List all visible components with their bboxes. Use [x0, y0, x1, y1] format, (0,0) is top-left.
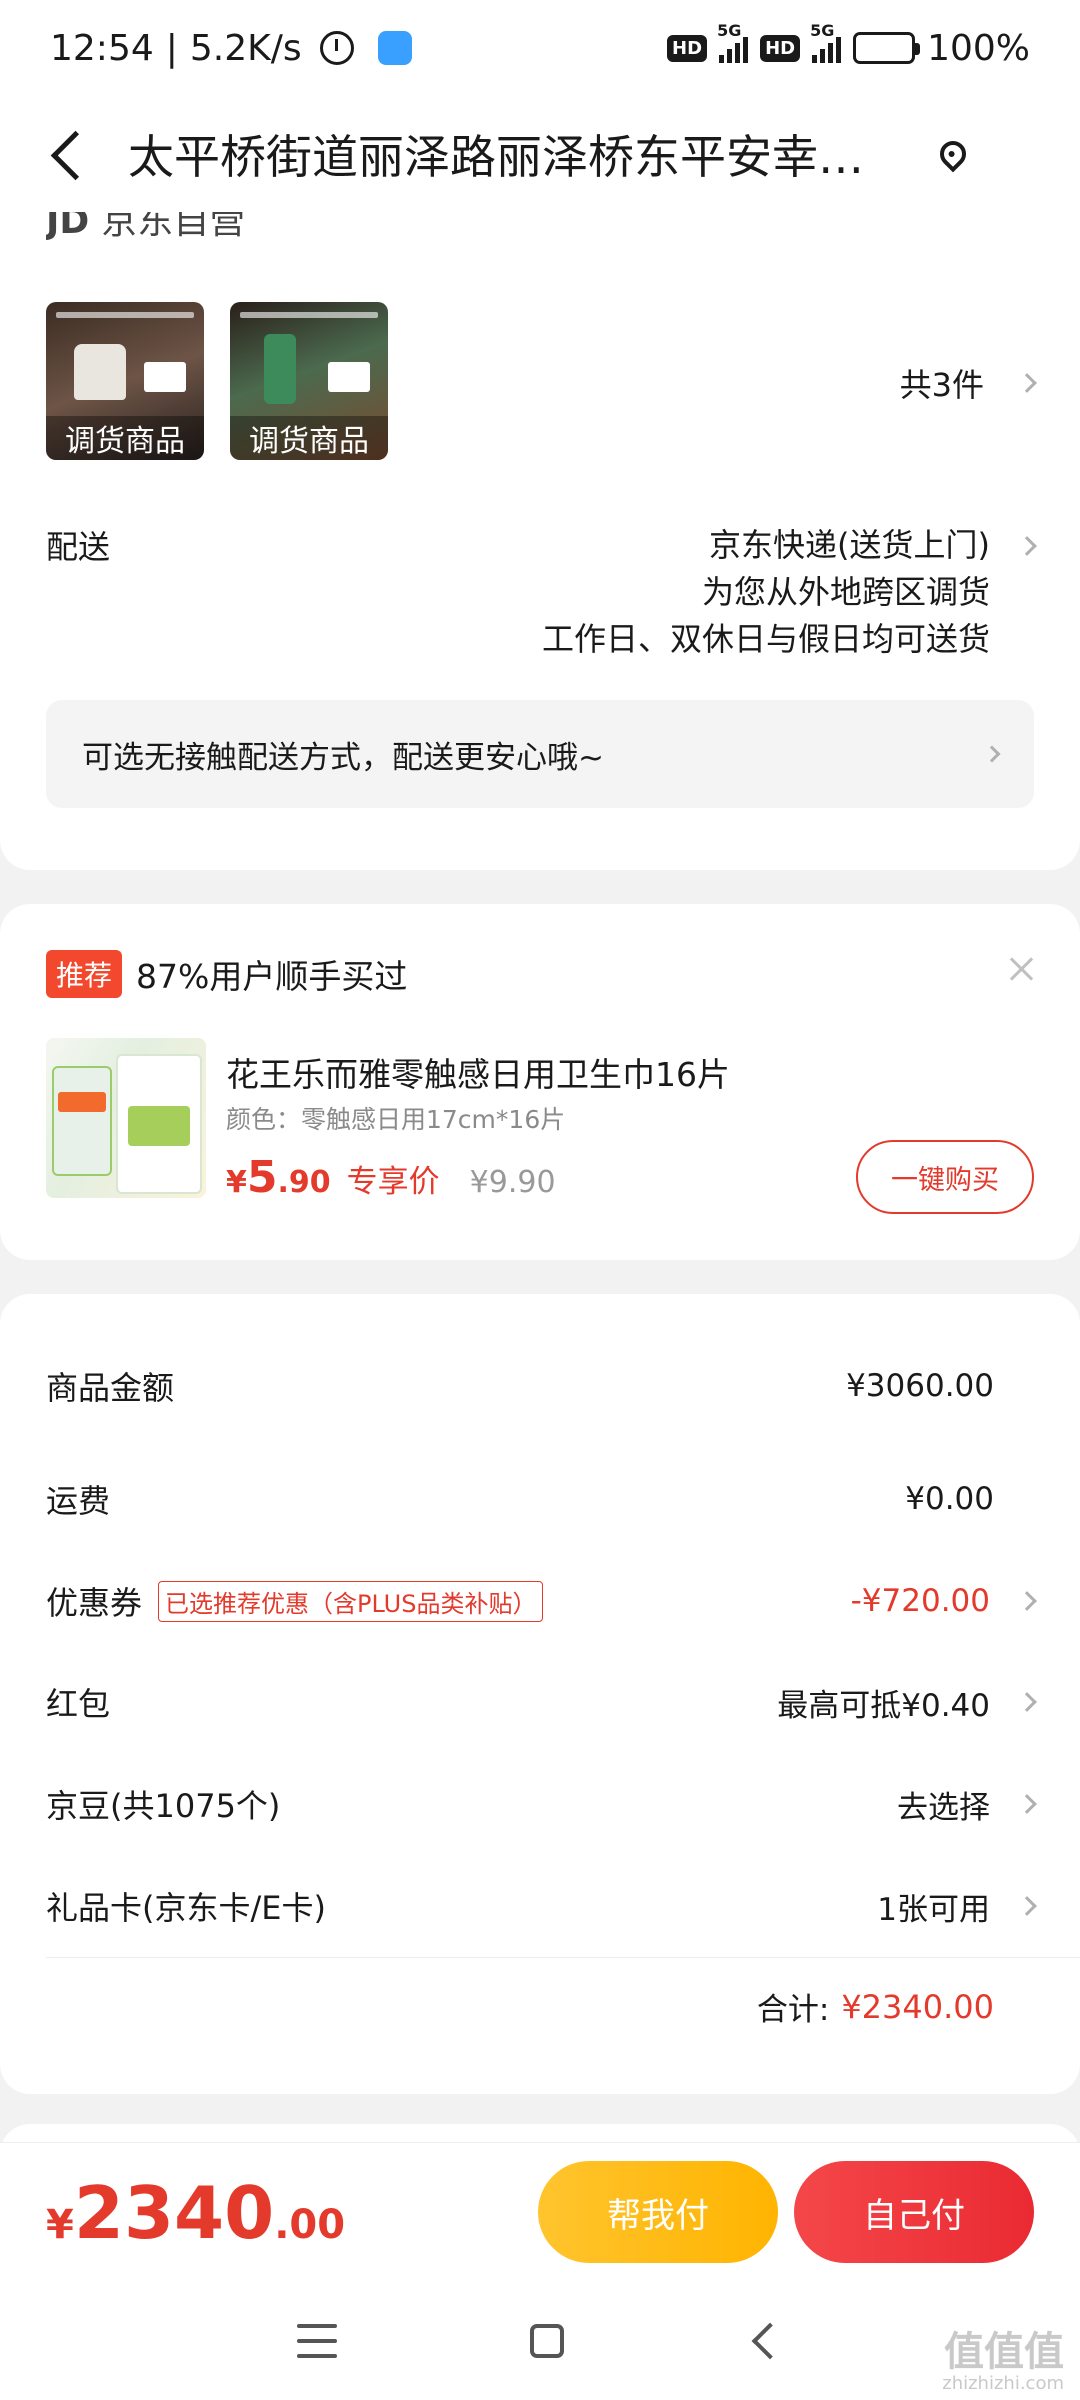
row-value: ¥0.00: [905, 1481, 994, 1517]
pay-decimal: .00: [274, 2201, 346, 2248]
battery-percent: 100%: [927, 27, 1030, 69]
status-separator: |: [165, 27, 178, 69]
chevron-right-icon: [1017, 1794, 1037, 1814]
price-summary-card: 商品金额 ¥3060.00 运费 ¥0.00 优惠券 已选推荐优惠（含PLUS品类…: [0, 1294, 1080, 2094]
recommend-header: 推荐 87%用户顺手买过: [46, 950, 407, 998]
row-value: 最高可抵¥0.40: [777, 1687, 990, 1724]
recommend-badge: 推荐: [46, 950, 123, 998]
delivery-method: 京东快递(送货上门): [709, 526, 990, 564]
delivery-note: 为您从外地跨区调货: [701, 573, 990, 611]
row-value: ¥3060.00: [846, 1368, 994, 1404]
row-label: 京豆(共1075个): [46, 1787, 281, 1825]
row-value: 去选择: [897, 1789, 990, 1826]
pay-integer: 2340: [73, 2170, 275, 2255]
chevron-right-icon: [1017, 373, 1037, 393]
row-label: 红包: [46, 1685, 111, 1723]
recommend-card: 推荐 87%用户顺手买过 花王乐而雅零触感日用卫生巾16片 颜色：零触感日用17…: [0, 904, 1080, 1260]
product-thumbnail[interactable]: 调货商品: [46, 302, 204, 460]
row-label: 运费: [46, 1482, 111, 1520]
delivery-info: 京东快递(送货上门) 为您从外地跨区调货 工作日、双休日与假日均可送货: [541, 522, 1037, 663]
delivery-label: 配送: [46, 528, 111, 566]
shop-name: JD 京东自营: [46, 212, 245, 242]
price-currency: ¥: [226, 1165, 247, 1200]
chevron-right-icon: [1017, 1591, 1037, 1611]
summary-row-goods-amount: 商品金额 ¥3060.00: [46, 1356, 1034, 1416]
product-thumbnail[interactable]: 调货商品: [230, 302, 388, 460]
network-type: 5G: [810, 21, 835, 40]
pay-total: ¥ 2340 .00: [46, 2171, 345, 2255]
recommend-price: ¥ 5 .90 专享价 ¥9.90: [226, 1152, 556, 1203]
signal-icon: 5G: [810, 21, 842, 63]
summary-row-jd-beans[interactable]: 京豆(共1075个) 去选择: [46, 1774, 1037, 1834]
watermark: 值值值 zhizhizhi.com: [942, 2330, 1064, 2394]
hd-icon: HD: [667, 34, 708, 62]
row-label: 优惠券: [46, 1584, 143, 1622]
network-type: 5G: [717, 21, 742, 40]
total-value: ¥2340.00: [841, 1987, 994, 2026]
hd-icon: HD: [760, 34, 801, 62]
coupon-tag: 已选推荐优惠（含PLUS品类补贴）: [158, 1580, 544, 1622]
net-speed: 5.2K/s: [189, 27, 302, 69]
status-left: 12:54 | 5.2K/s: [50, 28, 412, 69]
address-title[interactable]: 太平桥街道丽泽路丽泽桥东平安幸…: [128, 121, 918, 187]
price-decimal: .90: [277, 1165, 331, 1200]
home-icon[interactable]: [529, 2324, 564, 2358]
price-integer: 5: [246, 1152, 278, 1203]
delivery-note: 工作日、双休日与假日均可送货: [541, 620, 990, 658]
one-click-buy-button[interactable]: 一键购买: [856, 1140, 1034, 1214]
order-card: JD 京东自营 调货商品 调货商品 共3件 配送 京东快递(送货上门) 为您从外地…: [0, 212, 1080, 870]
row-value: -¥720.00: [850, 1583, 990, 1619]
status-right: HD 5G HD 5G 100%: [667, 21, 1030, 69]
original-price: ¥9.90: [469, 1165, 556, 1200]
watermark-text: 值值值: [944, 2329, 1064, 2375]
recommend-product-spec: 颜色：零触感日用17cm*16片: [226, 1105, 566, 1134]
chevron-right-icon: [1017, 1692, 1037, 1712]
app-notification-icon: [377, 31, 412, 65]
contactless-text: 可选无接触配送方式，配送更安心哦~: [82, 739, 604, 776]
divider: [46, 1957, 1080, 1958]
recommend-product-image[interactable]: [46, 1038, 206, 1198]
item-count-text: 共3件: [899, 366, 984, 404]
row-label: 商品金额: [46, 1369, 175, 1407]
system-nav-bar: 值值值 zhizhizhi.com: [0, 2282, 1080, 2400]
total-row: 合计: ¥2340.00: [757, 1984, 994, 2029]
close-icon[interactable]: [1008, 956, 1034, 982]
back-nav-icon[interactable]: [751, 2322, 789, 2360]
summary-row-shipping: 运费 ¥0.00: [46, 1469, 1034, 1529]
help-me-pay-button[interactable]: 帮我付: [538, 2161, 778, 2263]
chevron-right-icon: [983, 745, 1001, 763]
pay-currency: ¥: [46, 2201, 74, 2248]
exclusive-price-label: 专享价: [346, 1164, 440, 1200]
watermark-url: zhizhizhi.com: [942, 2373, 1064, 2394]
header: 太平桥街道丽泽路丽泽桥东平安幸…: [0, 96, 1080, 212]
summary-row-red-packet[interactable]: 红包 最高可抵¥0.40: [46, 1672, 1037, 1732]
location-icon[interactable]: [934, 135, 972, 173]
transfer-tag: 调货商品: [46, 416, 204, 460]
menu-icon[interactable]: [296, 2324, 337, 2358]
item-count[interactable]: 共3件: [899, 360, 1037, 406]
chevron-right-icon: [1017, 535, 1037, 556]
row-label: 礼品卡(京东卡/E卡): [46, 1889, 326, 1927]
total-label: 合计:: [756, 1992, 830, 2028]
back-icon[interactable]: [40, 124, 88, 184]
alarm-icon: [319, 31, 354, 65]
signal-icon: 5G: [717, 21, 749, 63]
jd-logo: JD: [46, 212, 90, 242]
status-bar: 12:54 | 5.2K/s HD 5G HD 5G 100%: [0, 0, 1080, 96]
shop-name-text: 京东自营: [101, 212, 246, 242]
transfer-tag: 调货商品: [230, 416, 388, 460]
contactless-delivery-option[interactable]: 可选无接触配送方式，配送更安心哦~: [46, 700, 1034, 808]
battery-icon: [853, 32, 921, 64]
summary-row-coupon[interactable]: 优惠券 已选推荐优惠（含PLUS品类补贴） -¥720.00: [46, 1571, 1037, 1631]
status-time: 12:54: [50, 27, 154, 69]
pay-myself-button[interactable]: 自己付: [794, 2161, 1034, 2263]
recommend-headline: 87%用户顺手买过: [136, 957, 408, 996]
recommend-product-name[interactable]: 花王乐而雅零触感日用卫生巾16片: [226, 1048, 730, 1096]
product-thumbnails[interactable]: 调货商品 调货商品: [46, 302, 388, 460]
chevron-right-icon: [1017, 1896, 1037, 1916]
pay-bar: ¥ 2340 .00 帮我付 自己付: [0, 2142, 1080, 2282]
row-value: 1张可用: [877, 1891, 990, 1928]
summary-row-gift-card[interactable]: 礼品卡(京东卡/E卡) 1张可用: [46, 1876, 1037, 1936]
